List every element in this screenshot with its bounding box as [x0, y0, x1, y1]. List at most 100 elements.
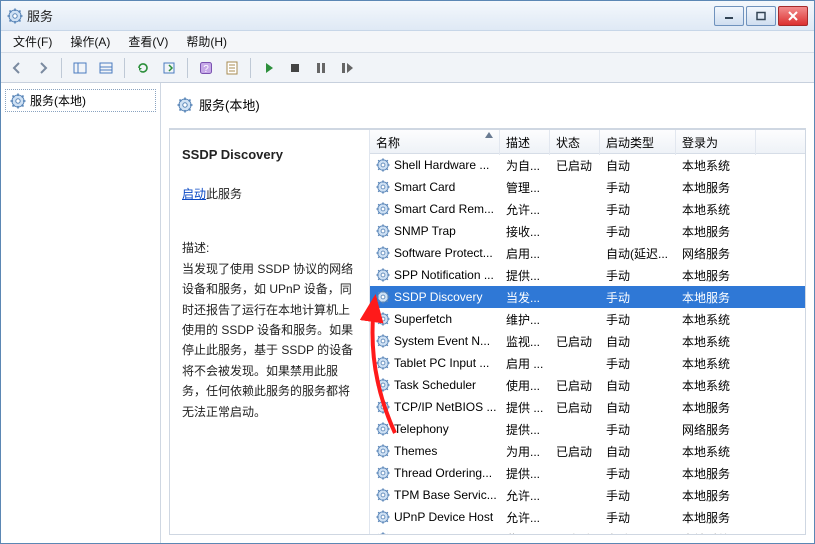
gear-icon	[376, 378, 390, 392]
service-row[interactable]: TCP/IP NetBIOS ...提供 ...已启动自动本地服务	[370, 396, 805, 418]
service-row[interactable]: Shell Hardware ...为自...已启动自动本地系统	[370, 154, 805, 176]
service-row[interactable]: Task Scheduler使用...已启动自动本地系统	[370, 374, 805, 396]
row-name: Smart Card	[394, 180, 455, 194]
menu-bar: 文件(F) 操作(A) 查看(V) 帮助(H)	[1, 31, 814, 53]
list-style-button[interactable]	[94, 56, 118, 80]
title-bar: 服务	[1, 1, 814, 31]
gear-icon	[376, 334, 390, 348]
pause-service-button[interactable]	[309, 56, 333, 80]
description-text: 当发现了使用 SSDP 协议的网络设备和服务，如 UPnP 设备，同时还报告了运…	[182, 259, 357, 422]
row-startup: 自动	[600, 333, 676, 350]
service-row[interactable]: SPP Notification ...提供...手动本地服务	[370, 264, 805, 286]
service-row[interactable]: SSDP Discovery当发...手动本地服务	[370, 286, 805, 308]
gear-icon	[376, 290, 390, 304]
gear-icon	[376, 356, 390, 370]
row-desc: 提供...	[500, 465, 550, 482]
row-name: Software Protect...	[394, 246, 493, 260]
maximize-button[interactable]	[746, 6, 776, 26]
row-startup: 自动	[600, 443, 676, 460]
menu-file[interactable]: 文件(F)	[5, 31, 60, 52]
service-row[interactable]: Themes为用...已启动自动本地系统	[370, 440, 805, 462]
gear-icon	[376, 246, 390, 260]
row-logon: 本地系统	[676, 443, 756, 460]
col-startup[interactable]: 启动类型	[600, 130, 676, 155]
gear-icon	[376, 488, 390, 502]
col-status[interactable]: 状态	[550, 130, 600, 155]
row-logon: 本地服务	[676, 179, 756, 196]
row-desc: 允许...	[500, 509, 550, 526]
minimize-button[interactable]	[714, 6, 744, 26]
row-startup: 手动	[600, 311, 676, 328]
help-button[interactable]: ?	[194, 56, 218, 80]
row-status: 已启动	[550, 377, 600, 394]
row-logon: 本地系统	[676, 333, 756, 350]
row-desc: 为用...	[500, 443, 550, 460]
row-startup: 自动	[600, 531, 676, 535]
row-startup: 手动	[600, 223, 676, 240]
row-desc: 启用 ...	[500, 355, 550, 372]
row-status: 已启动	[550, 399, 600, 416]
gear-icon	[376, 400, 390, 414]
forward-button[interactable]	[31, 56, 55, 80]
gear-icon	[376, 202, 390, 216]
row-name: User Profile Serv...	[394, 532, 494, 534]
properties-button[interactable]	[220, 56, 244, 80]
row-name: UPnP Device Host	[394, 510, 493, 524]
stop-service-button[interactable]	[283, 56, 307, 80]
row-logon: 本地服务	[676, 267, 756, 284]
row-logon: 本地系统	[676, 531, 756, 535]
row-startup: 手动	[600, 465, 676, 482]
service-row[interactable]: Smart Card管理...手动本地服务	[370, 176, 805, 198]
row-desc: 接收...	[500, 223, 550, 240]
service-row[interactable]: Software Protect...启用...自动(延迟...网络服务	[370, 242, 805, 264]
row-startup: 手动	[600, 179, 676, 196]
gear-icon	[376, 444, 390, 458]
menu-view[interactable]: 查看(V)	[120, 31, 176, 52]
row-name: TPM Base Servic...	[394, 488, 497, 502]
gear-icon	[376, 268, 390, 282]
refresh-button[interactable]	[131, 56, 155, 80]
row-name: SNMP Trap	[394, 224, 456, 238]
nav-tree-panel: 服务(本地)	[1, 83, 161, 543]
content-header: 服务(本地)	[169, 89, 806, 129]
export-button[interactable]	[157, 56, 181, 80]
service-row[interactable]: Tablet PC Input ...启用 ...手动本地系统	[370, 352, 805, 374]
row-name: System Event N...	[394, 334, 490, 348]
service-list: 名称 描述 状态 启动类型 登录为 Shell Hardware ...为自..…	[370, 130, 805, 534]
back-button[interactable]	[5, 56, 29, 80]
tree-root-services-local[interactable]: 服务(本地)	[5, 89, 156, 112]
row-desc: 提供...	[500, 267, 550, 284]
row-startup: 自动	[600, 157, 676, 174]
service-row[interactable]: Thread Ordering...提供...手动本地服务	[370, 462, 805, 484]
gear-icon	[376, 532, 390, 534]
row-desc: 允许...	[500, 201, 550, 218]
service-row[interactable]: Superfetch维护...手动本地系统	[370, 308, 805, 330]
window-title: 服务	[27, 6, 714, 25]
col-logon[interactable]: 登录为	[676, 130, 756, 155]
service-row[interactable]: System Event N...监视...已启动自动本地系统	[370, 330, 805, 352]
col-desc[interactable]: 描述	[500, 130, 550, 155]
row-name: Telephony	[394, 422, 449, 436]
start-service-button[interactable]	[257, 56, 281, 80]
service-row[interactable]: TPM Base Servic...允许...手动本地服务	[370, 484, 805, 506]
gear-icon	[376, 158, 390, 172]
detail-service-name: SSDP Discovery	[182, 144, 357, 166]
service-row[interactable]: Smart Card Rem...允许...手动本地系统	[370, 198, 805, 220]
start-service-link[interactable]: 启动	[182, 187, 206, 201]
show-hide-tree-button[interactable]	[68, 56, 92, 80]
service-row[interactable]: Telephony提供...手动网络服务	[370, 418, 805, 440]
row-startup: 手动	[600, 355, 676, 372]
row-logon: 本地服务	[676, 399, 756, 416]
service-row[interactable]: User Profile Serv...此服...已启动自动本地系统	[370, 528, 805, 534]
menu-action[interactable]: 操作(A)	[62, 31, 118, 52]
service-row[interactable]: UPnP Device Host允许...手动本地服务	[370, 506, 805, 528]
col-name[interactable]: 名称	[370, 130, 500, 155]
row-desc: 使用...	[500, 377, 550, 394]
restart-service-button[interactable]	[335, 56, 359, 80]
description-label: 描述:	[182, 238, 357, 258]
row-status: 已启动	[550, 531, 600, 535]
row-startup: 手动	[600, 509, 676, 526]
service-row[interactable]: SNMP Trap接收...手动本地服务	[370, 220, 805, 242]
menu-help[interactable]: 帮助(H)	[178, 31, 235, 52]
close-button[interactable]	[778, 6, 808, 26]
